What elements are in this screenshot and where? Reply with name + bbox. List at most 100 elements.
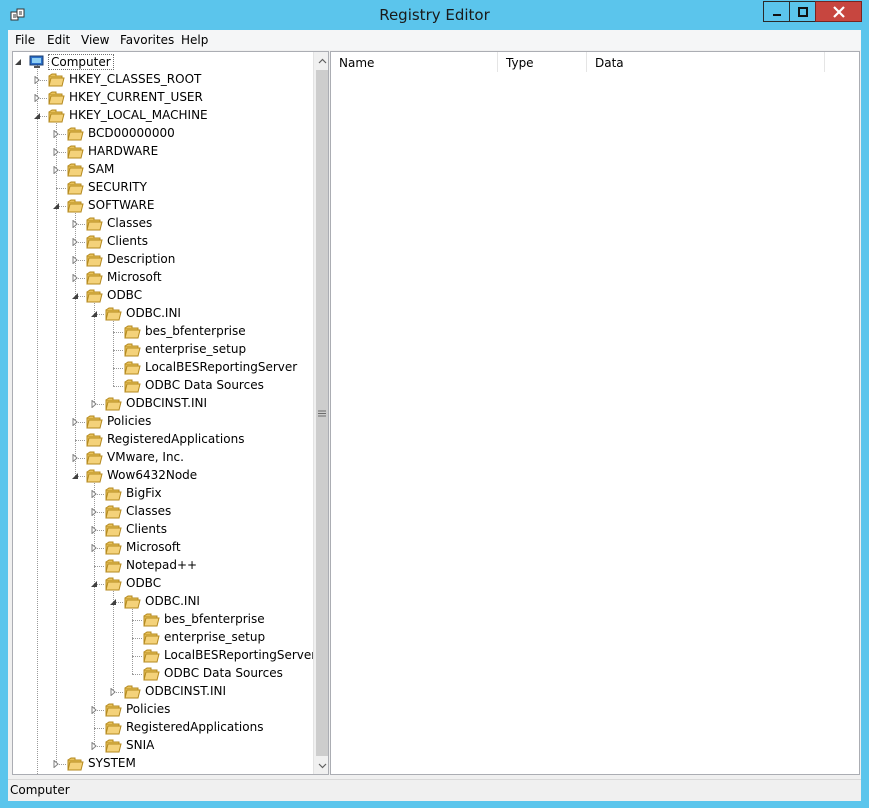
folder-icon [86,469,103,486]
tree-node-odbc-ini[interactable]: ODBC.INI [13,593,311,611]
tree-node-odbc[interactable]: ODBC [13,575,311,593]
expand-arrow-icon[interactable] [90,742,98,750]
tree-node-vmware-inc[interactable]: VMware, Inc. [13,449,311,467]
expand-arrow-icon[interactable] [33,94,41,102]
collapse-arrow-icon[interactable] [90,310,98,318]
tree-node-hkey-current-user[interactable]: HKEY_CURRENT_USER [13,89,311,107]
title-bar[interactable]: Registry Editor [0,0,869,30]
tree-node-odbcinst-ini[interactable]: ODBCINST.INI [13,683,311,701]
expand-arrow-icon[interactable] [71,454,79,462]
values-list-pane[interactable]: Name Type Data [330,51,860,775]
tree-node-notepad[interactable]: Notepad++ [13,557,311,575]
collapse-arrow-icon[interactable] [14,58,22,66]
tree-node-bcd00000000[interactable]: BCD00000000 [13,125,311,143]
collapse-arrow-icon[interactable] [71,292,79,300]
tree-node-label: VMware, Inc. [107,450,184,464]
menu-file[interactable]: File [15,33,35,47]
tree-node-clients[interactable]: Clients [13,233,311,251]
collapse-arrow-icon[interactable] [71,472,79,480]
expand-arrow-icon[interactable] [52,760,60,768]
folder-icon [86,271,103,288]
expand-arrow-icon[interactable] [52,148,60,156]
tree-node-odbc-ini[interactable]: ODBC.INI [13,305,311,323]
tree-node-security[interactable]: SECURITY [13,179,311,197]
expand-arrow-icon[interactable] [90,508,98,516]
tree-node-policies[interactable]: Policies [13,701,311,719]
expand-arrow-icon[interactable] [71,274,79,282]
tree-node-registeredapplications[interactable]: RegisteredApplications [13,431,311,449]
minimize-button[interactable] [763,1,790,22]
tree-node-label: Notepad++ [126,558,198,572]
menu-favorites[interactable]: Favorites [120,33,174,47]
close-button[interactable] [815,1,862,22]
tree-node-classes[interactable]: Classes [13,215,311,233]
collapse-arrow-icon[interactable] [33,112,41,120]
tree-node-odbc-data-sources[interactable]: ODBC Data Sources [13,665,311,683]
folder-icon [124,361,141,378]
menu-view[interactable]: View [81,33,109,47]
expand-arrow-icon[interactable] [90,526,98,534]
tree-node-label: Computer [48,54,114,70]
tree-node-bes-bfenterprise[interactable]: bes_bfenterprise [13,611,311,629]
tree-node-bes-bfenterprise[interactable]: bes_bfenterprise [13,323,311,341]
collapse-arrow-icon[interactable] [109,598,117,606]
expand-arrow-icon[interactable] [71,238,79,246]
chevron-down-icon [318,763,326,768]
menu-edit[interactable]: Edit [47,33,70,47]
expand-arrow-icon[interactable] [71,418,79,426]
tree-node-snia[interactable]: SNIA [13,737,311,755]
tree-node-odbc[interactable]: ODBC [13,287,311,305]
tree-node-computer[interactable]: Computer [13,53,311,71]
maximize-button[interactable] [789,1,816,22]
tree-node-hkey-classes-root[interactable]: HKEY_CLASSES_ROOT [13,71,311,89]
tree-node-enterprise-setup[interactable]: enterprise_setup [13,629,311,647]
tree-node-localbesreportingserver[interactable]: LocalBESReportingServer [13,647,316,665]
expand-arrow-icon[interactable] [33,76,41,84]
expand-arrow-icon[interactable] [90,544,98,552]
collapse-arrow-icon[interactable] [52,202,60,210]
tree-node-localbesreportingserver[interactable]: LocalBESReportingServer [13,359,311,377]
column-header-type[interactable]: Type [498,52,587,72]
expand-arrow-icon[interactable] [90,490,98,498]
tree-node-registeredapplications[interactable]: RegisteredApplications [13,719,311,737]
tree-node-odbcinst-ini[interactable]: ODBCINST.INI [13,395,311,413]
scroll-thumb[interactable] [316,70,328,756]
folder-icon [86,253,103,270]
menu-help[interactable]: Help [181,33,208,47]
tree-vertical-scrollbar[interactable] [313,52,328,774]
tree-node-wow6432node[interactable]: Wow6432Node [13,467,311,485]
tree-node-clients[interactable]: Clients [13,521,311,539]
scroll-up-button[interactable] [314,52,328,69]
expand-arrow-icon[interactable] [71,220,79,228]
expand-arrow-icon[interactable] [90,706,98,714]
tree-node-microsoft[interactable]: Microsoft [13,539,311,557]
tree-node-software[interactable]: SOFTWARE [13,197,311,215]
expand-arrow-icon[interactable] [52,166,60,174]
tree-node-enterprise-setup[interactable]: enterprise_setup [13,341,311,359]
expand-arrow-icon[interactable] [90,400,98,408]
column-header-name[interactable]: Name [331,52,498,72]
scroll-down-button[interactable] [314,757,328,774]
tree-node-label: ODBCINST.INI [126,396,207,410]
registry-tree-pane[interactable]: Computer HKEY_CLASSES_ROOT HKEY_CURRENT_US… [12,51,329,775]
tree-node-hardware[interactable]: HARDWARE [13,143,311,161]
tree-node-label: ODBC Data Sources [164,666,283,680]
expand-arrow-icon[interactable] [52,130,60,138]
column-header-data[interactable]: Data [587,52,825,72]
tree-node-system[interactable]: SYSTEM [13,755,311,773]
tree-node-label: SAM [88,162,115,176]
tree-node-bigfix[interactable]: BigFix [13,485,311,503]
tree-node-policies[interactable]: Policies [13,413,311,431]
expand-arrow-icon[interactable] [71,256,79,264]
tree-node-classes[interactable]: Classes [13,503,311,521]
tree-node-hkey-local-machine[interactable]: HKEY_LOCAL_MACHINE [13,107,311,125]
tree-node-sam[interactable]: SAM [13,161,311,179]
tree-node-odbc-data-sources[interactable]: ODBC Data Sources [13,377,311,395]
window-title: Registry Editor [379,6,490,24]
collapse-arrow-icon[interactable] [90,580,98,588]
expand-arrow-icon[interactable] [109,688,117,696]
tree-node-description[interactable]: Description [13,251,311,269]
registry-tree[interactable]: Computer HKEY_CLASSES_ROOT HKEY_CURRENT_US… [13,52,316,774]
tree-node-microsoft[interactable]: Microsoft [13,269,311,287]
folder-icon [105,739,122,756]
